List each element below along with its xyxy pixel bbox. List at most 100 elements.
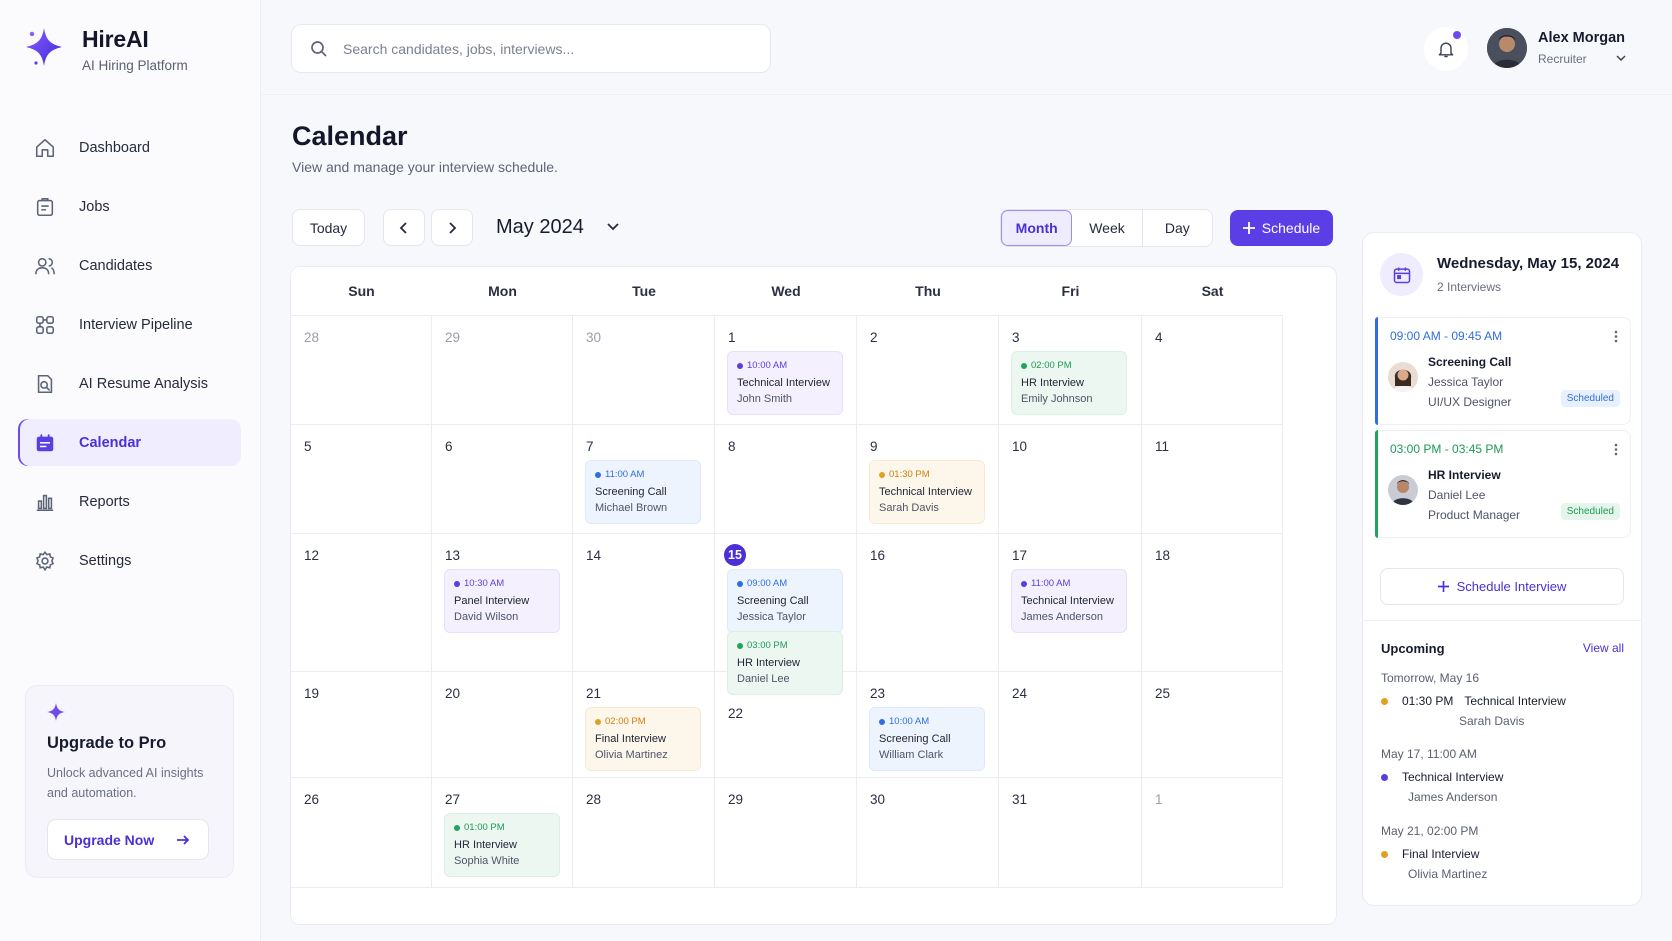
calendar-event[interactable]: 10:00 AM Screening Call William Clark bbox=[869, 707, 985, 771]
day-cell[interactable]: 15 09:00 AM Screening Call Jessica Taylor 03… bbox=[715, 534, 857, 695]
candidate-role: UI/UX Designer bbox=[1428, 395, 1512, 409]
day-cell[interactable]: 29 bbox=[715, 778, 857, 888]
day-cell[interactable]: 16 bbox=[857, 534, 999, 672]
more-vertical-icon[interactable] bbox=[1614, 330, 1618, 343]
sidebar-item-jobs[interactable]: Jobs bbox=[18, 183, 241, 230]
next-month-button[interactable] bbox=[431, 209, 473, 246]
schedule-button[interactable]: Schedule bbox=[1230, 210, 1333, 246]
day-cell[interactable]: 28 bbox=[573, 778, 715, 888]
notifications-button[interactable] bbox=[1424, 27, 1468, 71]
calendar-event[interactable]: 01:00 PM HR Interview Sophia White bbox=[444, 813, 560, 877]
sparkle-icon bbox=[47, 702, 212, 722]
today-button[interactable]: Today bbox=[292, 209, 365, 246]
day-cell[interactable]: 11 bbox=[1142, 425, 1283, 534]
day-cell[interactable]: 26 bbox=[291, 778, 432, 888]
calendar-event[interactable]: 01:30 PM Technical Interview Sarah Davis bbox=[869, 460, 985, 524]
day-cell[interactable]: 20 bbox=[432, 672, 573, 778]
sidebar-item-candidates[interactable]: Candidates bbox=[18, 242, 241, 289]
day-cell[interactable]: 6 bbox=[432, 425, 573, 534]
day-cell[interactable]: 22 bbox=[715, 672, 857, 778]
day-cell[interactable]: 2 bbox=[857, 316, 999, 425]
day-cell[interactable]: 28 bbox=[291, 316, 432, 425]
more-vertical-icon[interactable] bbox=[1614, 443, 1618, 456]
upcoming-item[interactable]: May 17, 11:00 AM Technical Interview Jam… bbox=[1381, 747, 1626, 804]
view-month-button[interactable]: Month bbox=[1001, 210, 1073, 246]
day-cell[interactable]: 7 11:00 AM Screening Call Michael Brown bbox=[573, 425, 715, 534]
view-switcher: Month Week Day bbox=[1000, 209, 1213, 247]
day-cell[interactable]: 13 10:30 AM Panel Interview David Wilson bbox=[432, 534, 573, 672]
day-cell[interactable]: 27 01:00 PM HR Interview Sophia White bbox=[432, 778, 573, 888]
day-number: 28 bbox=[586, 792, 602, 807]
day-cell[interactable]: 21 02:00 PM Final Interview Olivia Martinez bbox=[573, 672, 715, 778]
day-cell[interactable]: 30 bbox=[573, 316, 715, 425]
user-avatar[interactable] bbox=[1487, 28, 1527, 68]
sidebar-item-calendar[interactable]: Calendar bbox=[18, 419, 241, 466]
upcoming-item[interactable]: Tomorrow, May 16 01:30 PM Technical Inte… bbox=[1381, 671, 1626, 728]
users-icon bbox=[34, 255, 56, 277]
calendar-event[interactable]: 11:00 AM Screening Call Michael Brown bbox=[585, 460, 701, 524]
calendar-event[interactable]: 02:00 PM HR Interview Emily Johnson bbox=[1011, 351, 1127, 415]
weekday-header: Sun Mon Tue Wed Thu Fri Sat bbox=[291, 267, 1283, 316]
event-person: Sarah Davis bbox=[879, 502, 939, 514]
event-title: Final Interview bbox=[595, 733, 666, 745]
calendar-event[interactable]: 11:00 AM Technical Interview James Anderso… bbox=[1011, 569, 1127, 633]
sidebar-item-dashboard[interactable]: Dashboard bbox=[18, 124, 241, 171]
day-cell[interactable]: 25 bbox=[1142, 672, 1283, 778]
brand[interactable]: HireAI AI Hiring Platform bbox=[26, 26, 188, 73]
month-label[interactable]: May 2024 bbox=[496, 216, 584, 239]
status-badge: Scheduled bbox=[1560, 390, 1620, 407]
view-all-link[interactable]: View all bbox=[1583, 641, 1624, 655]
day-number: 31 bbox=[1012, 792, 1028, 807]
schedule-label: Schedule bbox=[1261, 220, 1321, 236]
day-number: 29 bbox=[728, 792, 744, 807]
day-cell[interactable]: 3 02:00 PM HR Interview Emily Johnson bbox=[999, 316, 1142, 425]
event-dot bbox=[737, 580, 743, 587]
day-cell[interactable]: 1 bbox=[1142, 778, 1283, 888]
chevron-down-icon[interactable] bbox=[1616, 53, 1626, 63]
prev-month-button[interactable] bbox=[383, 209, 425, 246]
day-number: 5 bbox=[304, 439, 312, 454]
day-cell[interactable]: 12 bbox=[291, 534, 432, 672]
month-calendar: Sun Mon Tue Wed Thu Fri Sat 28 29 30 1 10:00… bbox=[290, 266, 1337, 925]
day-cell[interactable]: 17 11:00 AM Technical Interview James Ander… bbox=[999, 534, 1142, 672]
day-cell[interactable]: 19 bbox=[291, 672, 432, 778]
sidebar-item-reports[interactable]: Reports bbox=[18, 478, 241, 525]
calendar-event[interactable]: 09:00 AM Screening Call Jessica Taylor bbox=[727, 569, 843, 633]
weekday-label: Mon bbox=[488, 283, 517, 299]
brand-name: HireAI bbox=[82, 26, 149, 52]
day-cell[interactable]: 1 10:00 AM Technical Interview John Smith bbox=[715, 316, 857, 425]
chevron-down-icon[interactable] bbox=[606, 220, 620, 234]
calendar-event[interactable]: 02:00 PM Final Interview Olivia Martinez bbox=[585, 707, 701, 771]
day-cell[interactable]: 29 bbox=[432, 316, 573, 425]
day-cell[interactable]: 5 bbox=[291, 425, 432, 534]
day-cell[interactable]: 23 10:00 AM Screening Call William Clark bbox=[857, 672, 999, 778]
day-cell[interactable]: 10 bbox=[999, 425, 1142, 534]
schedule-interview-button[interactable]: Schedule Interview bbox=[1380, 568, 1624, 605]
event-title: Screening Call bbox=[737, 595, 809, 607]
day-cell[interactable]: 4 bbox=[1142, 316, 1283, 425]
upgrade-now-button[interactable]: Upgrade Now bbox=[47, 819, 209, 860]
day-cell[interactable]: 18 bbox=[1142, 534, 1283, 672]
upcoming-title-text: Technical Interview bbox=[1464, 694, 1566, 708]
sidebar-item-interview-pipeline[interactable]: Interview Pipeline bbox=[18, 301, 241, 348]
search-bar[interactable] bbox=[291, 24, 771, 73]
sidebar-item-ai-resume-analysis[interactable]: AI Resume Analysis bbox=[18, 360, 241, 407]
upcoming-item[interactable]: May 21, 02:00 PM Final Interview Olivia … bbox=[1381, 824, 1626, 881]
day-cell[interactable]: 9 01:30 PM Technical Interview Sarah Davis bbox=[857, 425, 999, 534]
interview-card[interactable]: 03:00 PM - 03:45 PM HR Interview Daniel … bbox=[1375, 430, 1631, 538]
calendar-event[interactable]: 10:00 AM Technical Interview John Smith bbox=[727, 351, 843, 415]
view-week-button[interactable]: Week bbox=[1072, 210, 1143, 246]
event-title: Panel Interview bbox=[454, 595, 530, 607]
day-cell[interactable]: 31 bbox=[999, 778, 1142, 888]
view-day-button[interactable]: Day bbox=[1143, 210, 1212, 246]
interview-card[interactable]: 09:00 AM - 09:45 AM Screening Call Jessi… bbox=[1375, 317, 1631, 425]
day-cell[interactable]: 8 bbox=[715, 425, 857, 534]
upcoming-title-text: Technical Interview bbox=[1402, 770, 1504, 784]
day-cell[interactable]: 24 bbox=[999, 672, 1142, 778]
sidebar-item-settings[interactable]: Settings bbox=[18, 537, 241, 584]
day-cell[interactable]: 30 bbox=[857, 778, 999, 888]
day-cell[interactable]: 14 bbox=[573, 534, 715, 672]
calendar-event[interactable]: 10:30 AM Panel Interview David Wilson bbox=[444, 569, 560, 633]
search-input[interactable] bbox=[343, 40, 743, 57]
weekday-label: Wed bbox=[771, 283, 801, 299]
